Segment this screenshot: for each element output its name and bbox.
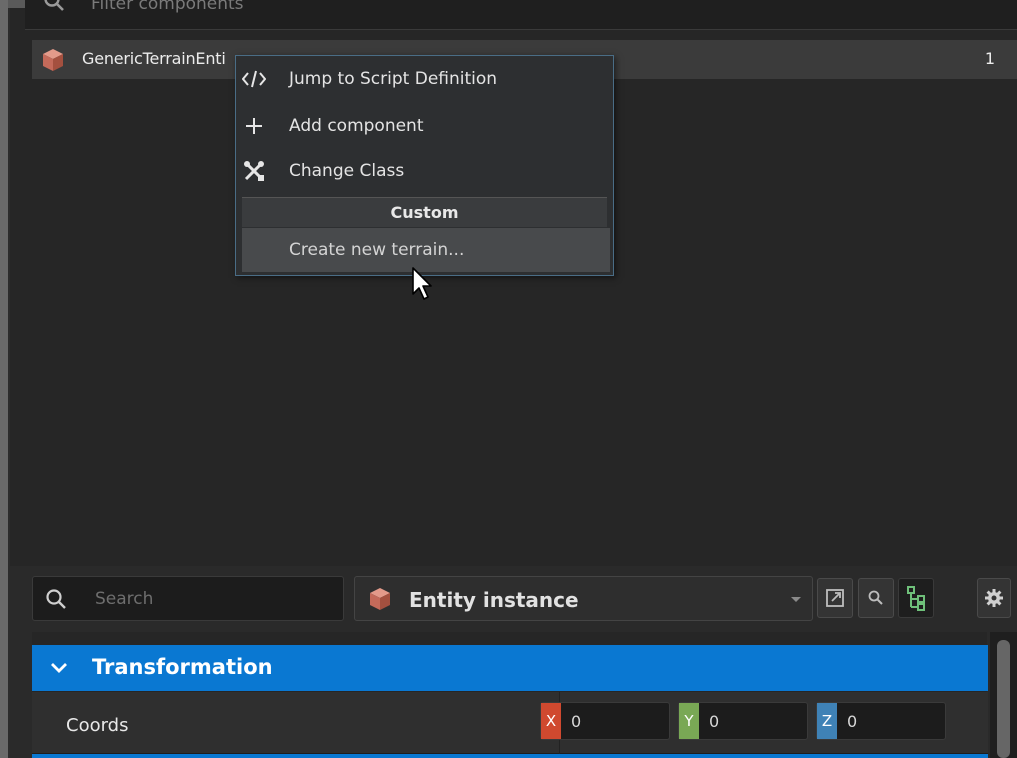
component-count: 1 [984,49,995,68]
gear-icon [985,589,1003,607]
entity-cube-icon [370,588,390,610]
hierarchy-tree-icon [907,586,925,611]
search-icon [868,590,883,605]
dropdown-arrow-icon [791,597,801,602]
scrollbar-thumb[interactable] [997,640,1010,758]
menu-item-jump-to-script[interactable]: Jump to Script Definition [236,57,613,101]
search-field[interactable] [32,576,344,621]
coord-x-value: 0 [571,712,582,731]
coord-z-value: 0 [847,712,858,731]
mouse-cursor-icon [412,267,432,300]
workbench-window: Filter components GenericTerrainEnti 1 J… [0,0,1017,758]
axis-z-badge: Z [817,703,837,739]
menu-item-label: Change Class [289,161,405,181]
filter-components-placeholder: Filter components [91,0,244,14]
component-name: GenericTerrainEnti [82,49,226,68]
menu-item-label: Create new terrain... [289,240,465,260]
entity-type-dropdown[interactable]: Entity instance [354,576,813,621]
axis-x-badge: X [541,703,561,739]
coord-y-value: 0 [709,712,720,731]
coords-property-row: Coords X 0 Y 0 Z 0 [32,692,988,754]
chevron-down-icon [51,663,67,673]
search-icon [46,589,66,609]
axis-y-badge: Y [679,703,699,739]
search-input[interactable] [93,585,333,613]
settings-button[interactable] [977,578,1011,618]
plus-icon [242,114,266,138]
menu-item-label: Jump to Script Definition [289,69,498,89]
search-icon [44,0,64,11]
open-external-icon [826,589,844,607]
filter-components-bar[interactable]: Filter components [25,0,1017,30]
coords-label: Coords [66,715,129,736]
entity-type-label: Entity instance [409,588,579,612]
section-title: Transformation [92,655,273,679]
menu-item-add-component[interactable]: Add component [236,104,613,148]
transformation-section-header[interactable]: Transformation [32,645,988,691]
find-button[interactable] [858,578,894,618]
menu-section-header-custom: Custom [242,197,607,227]
coord-x-field[interactable]: X 0 [540,702,670,740]
hierarchy-view-button[interactable] [898,578,934,618]
coord-y-field[interactable]: Y 0 [678,702,808,740]
next-section-header[interactable] [32,754,988,758]
open-external-button[interactable] [817,578,853,618]
code-icon [242,67,266,91]
window-left-edge [0,0,8,758]
menu-item-label: Add component [289,116,424,136]
tools-icon [242,159,266,183]
entity-cube-icon [43,49,63,71]
coord-z-field[interactable]: Z 0 [816,702,946,740]
menu-item-change-class[interactable]: Change Class [236,149,613,193]
context-menu: Jump to Script Definition Add component [235,55,614,276]
